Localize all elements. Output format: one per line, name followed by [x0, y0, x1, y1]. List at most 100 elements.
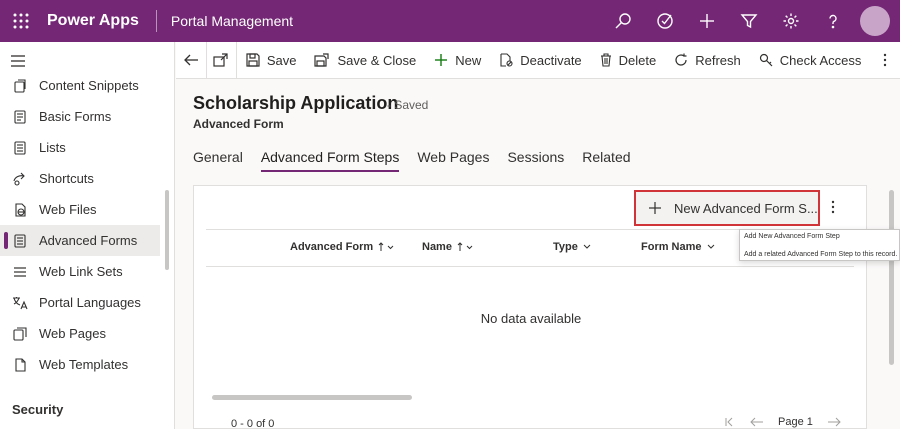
grid-divider — [206, 266, 854, 267]
deactivate-button[interactable]: Deactivate — [490, 42, 590, 79]
web-page-icon — [12, 326, 28, 342]
sidebar-item-web-files[interactable]: Web Files — [0, 194, 160, 225]
template-icon — [12, 357, 28, 373]
web-file-icon — [12, 202, 28, 218]
add-icon — [648, 201, 662, 215]
top-header: Power Apps Portal Management — [0, 0, 900, 42]
tab-sessions[interactable]: Sessions — [507, 149, 564, 175]
save-button[interactable]: Save — [237, 42, 306, 79]
check-access-button[interactable]: Check Access — [750, 42, 871, 79]
refresh-icon — [674, 53, 688, 67]
record-count: 0 - 0 of 0 — [231, 418, 275, 429]
column-header-type[interactable]: Type — [553, 241, 591, 253]
open-in-new-window-button[interactable] — [206, 42, 236, 79]
shortcut-icon — [12, 171, 28, 187]
trash-icon — [600, 53, 612, 67]
sidebar-item-label: Web Link Sets — [39, 264, 123, 279]
sidebar-section-security[interactable]: Security — [12, 402, 63, 417]
filter-icon[interactable] — [728, 0, 770, 42]
user-avatar[interactable] — [860, 6, 890, 36]
save-status: - Saved — [387, 98, 429, 112]
horizontal-scrollbar[interactable] — [212, 395, 412, 400]
sidebar-item-web-templates[interactable]: Web Templates — [0, 349, 160, 380]
subgrid-panel: New Advanced Form S... Advanced Form Nam… — [193, 185, 867, 429]
page-number: Page 1 — [778, 416, 813, 428]
link-set-icon — [12, 264, 28, 280]
deactivate-icon — [499, 53, 513, 67]
sidebar-item-label: Lists — [39, 140, 66, 155]
app-name[interactable]: Power Apps — [47, 12, 139, 30]
save-and-close-button[interactable]: Save & Close — [305, 42, 425, 79]
list-icon — [12, 140, 28, 156]
back-button[interactable] — [176, 42, 206, 79]
column-header-name[interactable]: Name — [422, 241, 475, 253]
hamburger-icon[interactable] — [10, 54, 26, 68]
sidebar-item-basic-forms[interactable]: Basic Forms — [0, 101, 160, 132]
environment-name[interactable]: Portal Management — [171, 13, 293, 29]
tab-advanced-form-steps[interactable]: Advanced Form Steps — [260, 149, 399, 175]
new-step-label: New Advanced Form S... — [674, 200, 818, 216]
app-launcher-icon[interactable] — [0, 0, 42, 42]
add-icon[interactable] — [686, 0, 728, 42]
sidebar-item-label: Web Files — [39, 202, 97, 217]
column-header-advanced-form[interactable]: Advanced Form — [290, 241, 396, 253]
search-icon[interactable] — [602, 0, 644, 42]
sort-ascending-icon — [457, 242, 475, 252]
sidebar-item-web-link-sets[interactable]: Web Link Sets — [0, 256, 160, 287]
column-label: Type — [553, 241, 578, 253]
chevron-down-icon — [707, 244, 715, 250]
save-icon — [246, 53, 260, 67]
column-header-form-name[interactable]: Form Name — [641, 241, 715, 253]
check-access-label: Check Access — [779, 52, 862, 68]
sidebar-item-label: Basic Forms — [39, 109, 112, 124]
empty-grid-message: No data available — [480, 311, 582, 326]
sidebar-item-label: Content Snippets — [39, 78, 139, 93]
help-icon[interactable] — [812, 0, 854, 42]
tooltip-description: Add a related Advanced Form Step to this… — [744, 251, 898, 258]
column-label: Form Name — [641, 241, 702, 253]
save-close-icon — [314, 53, 330, 67]
sidebar-item-label: Web Pages — [39, 326, 106, 341]
previous-page-icon[interactable] — [750, 417, 764, 427]
new-label: New — [455, 52, 482, 68]
deactivate-label: Deactivate — [520, 52, 582, 68]
first-page-icon[interactable] — [724, 417, 736, 427]
header-divider — [155, 10, 157, 32]
sidebar-item-content-snippets[interactable]: Content Snippets — [0, 70, 160, 101]
tab-related[interactable]: Related — [582, 149, 630, 175]
sidebar-item-label: Advanced Forms — [39, 233, 138, 248]
save-label: Save — [266, 52, 297, 68]
save-close-label: Save & Close — [337, 52, 417, 68]
refresh-label: Refresh — [695, 52, 741, 68]
target-icon[interactable] — [644, 0, 686, 42]
new-step-tooltip: Add New Advanced Form Step Add a related… — [739, 229, 900, 261]
sidebar-item-label: Web Templates — [39, 357, 129, 372]
settings-icon[interactable] — [770, 0, 812, 42]
sidebar-scrollbar[interactable] — [165, 190, 169, 270]
tooltip-title: Add New Advanced Form Step — [744, 233, 840, 240]
sidebar-item-portal-languages[interactable]: Portal Languages — [0, 287, 160, 318]
sidebar-item-advanced-forms[interactable]: Advanced Forms — [0, 225, 160, 256]
record-entity-name: Advanced Form — [193, 117, 284, 131]
more-commands-button[interactable] — [870, 42, 900, 79]
tab-general[interactable]: General — [193, 149, 243, 175]
delete-label: Delete — [618, 52, 657, 68]
sidebar-item-label: Portal Languages — [39, 295, 141, 310]
tab-web-pages[interactable]: Web Pages — [417, 149, 489, 175]
column-label: Advanced Form — [290, 241, 374, 253]
form-tabs: General Advanced Form Steps Web Pages Se… — [193, 149, 649, 175]
delete-button[interactable]: Delete — [591, 42, 666, 79]
new-button[interactable]: New — [425, 42, 490, 79]
chevron-down-icon — [583, 244, 591, 250]
sidebar-item-shortcuts[interactable]: Shortcuts — [0, 163, 160, 194]
refresh-button[interactable]: Refresh — [665, 42, 750, 79]
more-options-icon[interactable] — [831, 200, 835, 214]
column-label: Name — [422, 241, 452, 253]
next-page-icon[interactable] — [827, 417, 841, 427]
main-scrollbar[interactable] — [889, 190, 894, 365]
sidebar-item-lists[interactable]: Lists — [0, 132, 160, 163]
new-advanced-form-step-button[interactable]: New Advanced Form S... — [634, 190, 820, 226]
add-icon — [434, 53, 448, 67]
key-icon — [759, 53, 773, 67]
sidebar-item-web-pages[interactable]: Web Pages — [0, 318, 160, 349]
